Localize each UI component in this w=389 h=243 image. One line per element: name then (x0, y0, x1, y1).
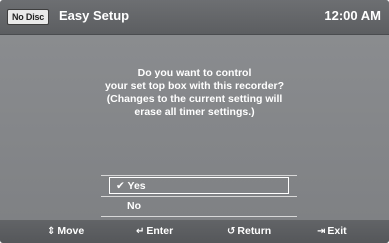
divider (101, 216, 297, 217)
checkmark-icon: ✔ (116, 180, 125, 192)
option-yes-label: ✔ Yes (116, 180, 146, 192)
prompt-line: erase all timer settings.) (134, 106, 255, 118)
move-hint: ⇕ Move (47, 225, 85, 237)
exit-button[interactable]: ⇥ Exit (317, 225, 347, 237)
easy-setup-screen: No Disc Easy Setup 12:00 AM Do you want … (0, 0, 389, 243)
dialog-body: Do you want to control your set top box … (0, 35, 389, 220)
divider (101, 175, 297, 176)
header-bar: No Disc Easy Setup 12:00 AM (0, 0, 389, 35)
return-button[interactable]: ↺ Return (227, 225, 271, 237)
disc-status-badge: No Disc (7, 9, 50, 25)
enter-icon: ↵ (136, 226, 145, 237)
up-down-arrow-icon: ⇕ (47, 226, 56, 237)
return-icon: ↺ (227, 226, 236, 237)
page-title: Easy Setup (59, 8, 130, 23)
option-yes[interactable]: ✔ Yes (109, 177, 289, 194)
prompt-line: Do you want to control (137, 67, 252, 79)
option-no-label: No (127, 200, 141, 212)
option-no[interactable]: No (109, 197, 289, 214)
clock: 12:00 AM (324, 8, 381, 23)
prompt-text: Do you want to control your set top box … (40, 67, 349, 119)
footer-bar: ⇕ Move ↵ Enter ↺ Return ⇥ Exit (0, 220, 389, 243)
prompt-line: (Changes to the current setting will (106, 93, 283, 105)
exit-icon: ⇥ (317, 226, 326, 237)
prompt-line: your set top box with this recorder? (104, 80, 285, 92)
enter-button[interactable]: ↵ Enter (136, 225, 173, 237)
